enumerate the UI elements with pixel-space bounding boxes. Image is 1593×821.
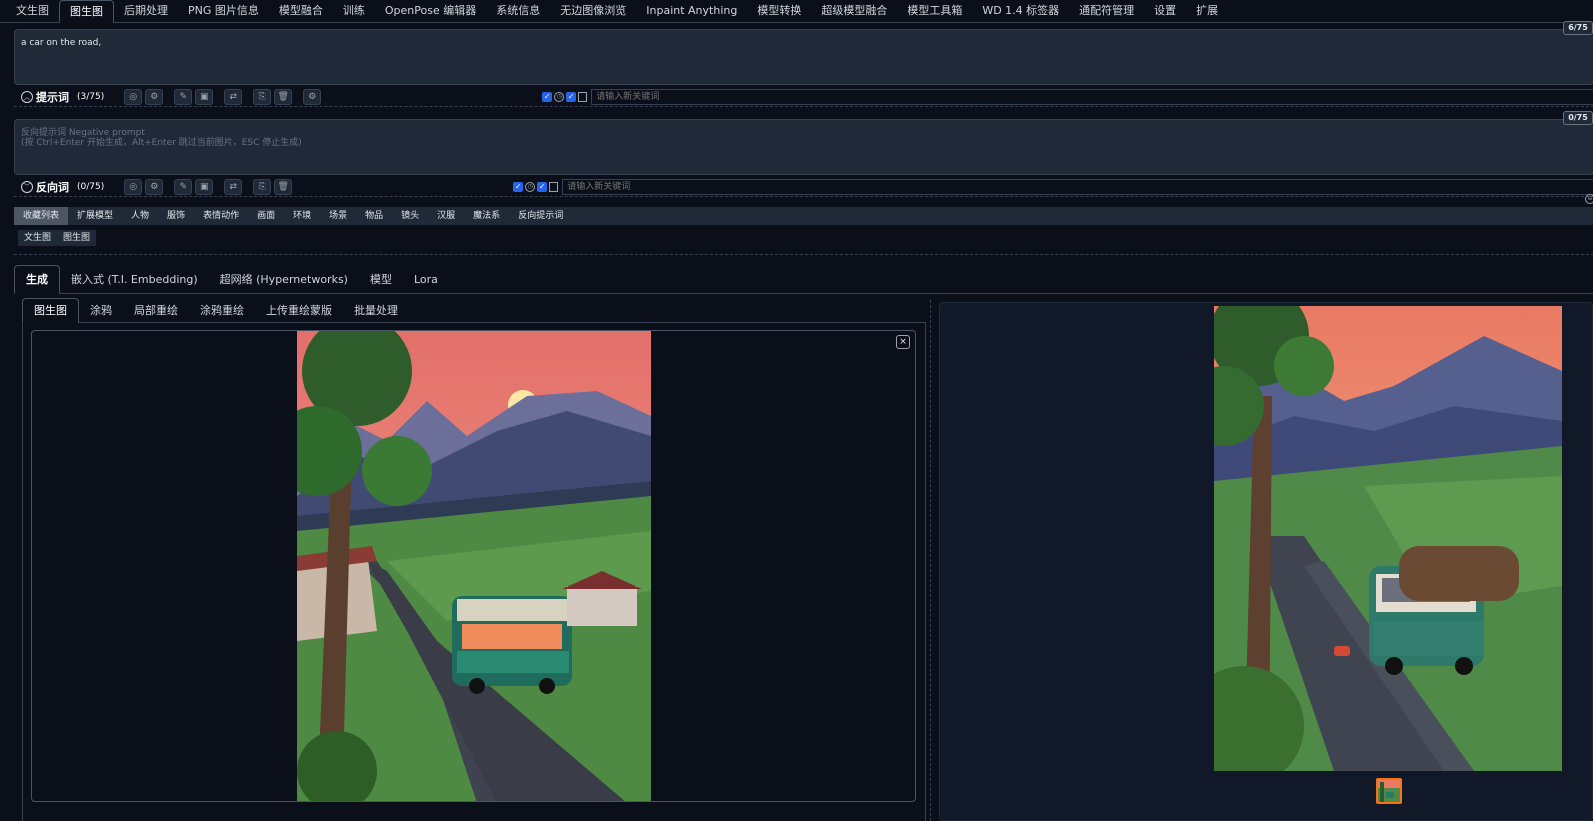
negative-label: 反向词 — [36, 180, 69, 194]
copy-icon[interactable]: ⎘ — [253, 178, 272, 195]
tab-inpaint-upload[interactable]: 上传重绘蒙版 — [255, 299, 343, 322]
input-image-area[interactable] — [31, 330, 916, 802]
translate-icon[interactable]: ◎ — [124, 88, 143, 105]
tab-model-toolkit[interactable]: 模型工具箱 — [897, 0, 972, 22]
tab-inpaint-sketch[interactable]: 涂鸦重绘 — [189, 299, 255, 322]
tab-model-merge[interactable]: 模型融合 — [269, 0, 333, 22]
category-tabs: 收藏列表 扩展模型 人物 服饰 表情动作 画面 环境 场景 物品 镜头 汉服 魔… — [14, 207, 1593, 225]
top-nav: 文生图 图生图 后期处理 PNG 图片信息 模型融合 训练 OpenPose 编… — [0, 0, 1593, 23]
square-icon[interactable] — [578, 91, 588, 102]
tab-inpaint-anything[interactable]: Inpaint Anything — [636, 0, 747, 22]
history-icon[interactable]: ◷ — [554, 91, 565, 102]
tab-img2img[interactable]: 图生图 — [59, 0, 114, 23]
negative-prompt-textarea[interactable]: 反向提示词 Negative prompt (按 Ctrl+Enter 开始生成… — [14, 119, 1593, 175]
category-expression[interactable]: 表情动作 — [194, 207, 248, 225]
output-image[interactable] — [1214, 306, 1562, 771]
bookmark-icon[interactable]: ▣ — [195, 88, 214, 105]
prompt-label: 提示词 — [36, 90, 69, 104]
tab-inpaint[interactable]: 局部重绘 — [123, 299, 189, 322]
tab-sketch[interactable]: 涂鸦 — [79, 299, 123, 322]
category-lens[interactable]: 镜头 — [392, 207, 428, 225]
generation-tabs: 生成 嵌入式 (T.I. Embedding) 超网络 (Hypernetwor… — [14, 265, 1593, 294]
settings-icon[interactable]: ⚙ — [145, 178, 164, 195]
tab-settings[interactable]: 设置 — [1144, 0, 1186, 22]
thumbnail-image — [1378, 780, 1400, 802]
trash-icon[interactable]: 🗑 — [274, 178, 293, 195]
tab-extras[interactable]: 后期处理 — [114, 0, 178, 22]
input-image — [297, 331, 651, 801]
trash-icon[interactable]: 🗑 — [274, 88, 293, 105]
prompt-text: a car on the road, — [21, 38, 102, 48]
subcategory-tabs: 文生图 图生图 — [18, 230, 97, 246]
subcategory-txt2img[interactable]: 文生图 — [18, 230, 57, 246]
output-thumbnail[interactable] — [1376, 778, 1402, 804]
tab-extensions[interactable]: 扩展 — [1186, 0, 1228, 22]
prompt-toolbar: ︿ 提示词 (3/75) ◎ ⚙ ✎ ▣ ⇄ ⎘ 🗑 ⚙ ✓ ◷ ✓ — [14, 87, 1593, 107]
checkbox-icon[interactable]: ✓ — [542, 91, 553, 102]
category-scene[interactable]: 场景 — [320, 207, 356, 225]
settings-icon[interactable]: ⚙ — [145, 88, 164, 105]
output-gallery — [939, 302, 1593, 821]
collapse-down-icon[interactable]: ﹀ — [21, 180, 33, 193]
tab-lora[interactable]: Lora — [403, 266, 449, 293]
subcategory-img2img[interactable]: 图生图 — [57, 230, 96, 246]
negative-count: (0/75) — [77, 181, 105, 192]
category-favorites[interactable]: 收藏列表 — [14, 207, 69, 225]
checkbox-icon[interactable]: ✓ — [537, 181, 548, 192]
negative-keyword-input[interactable] — [562, 178, 1593, 195]
tab-img2img-mode[interactable]: 图生图 — [22, 298, 79, 323]
translate-icon[interactable]: ◎ — [124, 178, 143, 195]
category-frame[interactable]: 画面 — [248, 207, 284, 225]
edit-icon[interactable]: ✎ — [174, 178, 193, 195]
collapse-up-icon[interactable]: ︿ — [21, 90, 33, 103]
tab-txt2img[interactable]: 文生图 — [6, 0, 59, 22]
tab-model-convert[interactable]: 模型转换 — [747, 0, 811, 22]
edge-toggle-icon[interactable]: ⊖ — [1585, 194, 1593, 204]
category-magic[interactable]: 魔法系 — [464, 207, 509, 225]
category-hanfu[interactable]: 汉服 — [428, 207, 464, 225]
tab-super-merge[interactable]: 超级模型融合 — [811, 0, 897, 22]
category-negative[interactable]: 反向提示词 — [509, 207, 572, 225]
prompt-keyword-input[interactable] — [591, 88, 1593, 105]
prompt-count: (3/75) — [77, 91, 105, 102]
tab-system-info[interactable]: 系统信息 — [486, 0, 550, 22]
swap-icon[interactable]: ⇄ — [224, 88, 243, 105]
tab-png-info[interactable]: PNG 图片信息 — [178, 0, 269, 22]
checkbox-icon[interactable]: ✓ — [566, 91, 577, 102]
category-items[interactable]: 物品 — [356, 207, 392, 225]
checkbox-icon[interactable]: ✓ — [513, 181, 524, 192]
history-icon[interactable]: ◷ — [525, 181, 536, 192]
square-icon[interactable] — [549, 181, 559, 192]
negative-prompt-placeholder: 反向提示词 Negative prompt (按 Ctrl+Enter 开始生成… — [21, 128, 302, 148]
tab-wildcards[interactable]: 通配符管理 — [1069, 0, 1144, 22]
close-icon[interactable]: × — [896, 335, 910, 349]
category-character[interactable]: 人物 — [122, 207, 158, 225]
gear-icon[interactable]: ⚙ — [303, 88, 322, 105]
edit-icon[interactable]: ✎ — [174, 88, 193, 105]
bookmark-icon[interactable]: ▣ — [195, 178, 214, 195]
divider — [14, 254, 1593, 255]
category-clothing[interactable]: 服饰 — [158, 207, 194, 225]
tab-openpose[interactable]: OpenPose 编辑器 — [375, 0, 486, 22]
category-extension-models[interactable]: 扩展模型 — [68, 207, 122, 225]
tab-hypernetworks[interactable]: 超网络 (Hypernetworks) — [209, 266, 359, 293]
prompt-textarea[interactable]: a car on the road, — [14, 29, 1593, 85]
swap-icon[interactable]: ⇄ — [224, 178, 243, 195]
tab-batch[interactable]: 批量处理 — [343, 299, 409, 322]
negative-toolbar: ﹀ 反向词 (0/75) ◎ ⚙ ✎ ▣ ⇄ ⎘ 🗑 ✓ ◷ ✓ — [14, 177, 1593, 197]
tab-image-browser[interactable]: 无边图像浏览 — [550, 0, 636, 22]
negative-token-counter: 0/75 — [1563, 111, 1593, 125]
tab-generate[interactable]: 生成 — [14, 265, 60, 294]
tab-train[interactable]: 训练 — [333, 0, 375, 22]
panel-divider — [930, 300, 931, 821]
tab-model[interactable]: 模型 — [359, 266, 403, 293]
img2img-mode-tabs: 图生图 涂鸦 局部重绘 涂鸦重绘 上传重绘蒙版 批量处理 — [22, 298, 926, 323]
prompt-token-counter: 6/75 — [1563, 21, 1593, 35]
tab-wd-tagger[interactable]: WD 1.4 标签器 — [972, 0, 1069, 22]
tab-embedding[interactable]: 嵌入式 (T.I. Embedding) — [60, 266, 209, 293]
copy-icon[interactable]: ⎘ — [253, 88, 272, 105]
category-environment[interactable]: 环境 — [284, 207, 320, 225]
